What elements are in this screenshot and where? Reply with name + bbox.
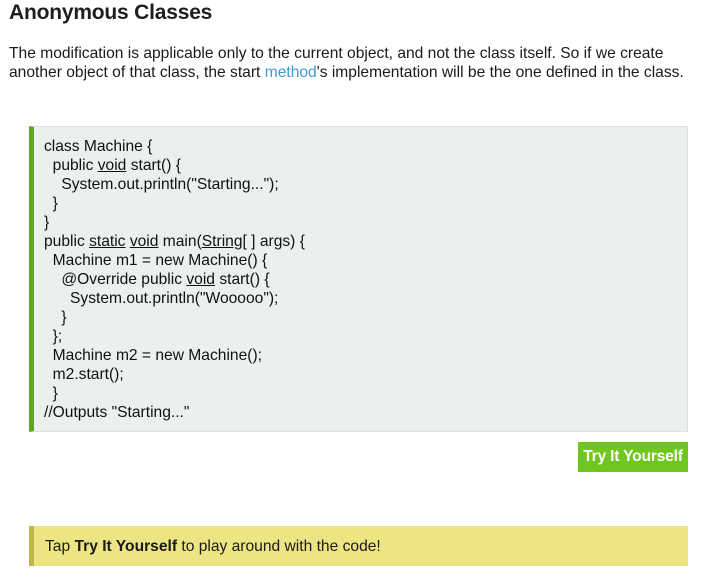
code-line: public static void main(String[ ] args) …	[44, 232, 305, 251]
code-text: Machine m1 = new Machine() {	[44, 252, 268, 269]
code-line: class Machine {	[44, 137, 305, 156]
code-keyword: static	[89, 233, 126, 250]
code-keyword: String	[201, 233, 243, 250]
code-text: }	[44, 385, 58, 402]
tip-bold: Try It Yourself	[74, 538, 178, 555]
code-line: }	[44, 194, 305, 213]
code-line: System.out.println("Wooooo");	[44, 289, 305, 308]
code-lines: class Machine { public void start() { Sy…	[44, 137, 305, 422]
code-line: }	[44, 213, 305, 232]
code-text: System.out.println("Starting...");	[44, 176, 279, 193]
code-text: System.out.println("Wooooo");	[44, 290, 279, 307]
paragraph-text-end: 's implementation will be the one define…	[316, 64, 684, 81]
code-text: };	[44, 328, 63, 345]
code-text: start() {	[126, 157, 181, 174]
code-text: main(	[158, 233, 202, 250]
code-text: public	[44, 157, 98, 174]
code-text: m2.start();	[44, 366, 124, 383]
method-link[interactable]: method	[265, 64, 317, 81]
code-line: m2.start();	[44, 365, 305, 384]
code-line: public void start() {	[44, 156, 305, 175]
code-text: //Outputs "Starting..."	[44, 404, 190, 421]
code-text: class Machine {	[44, 138, 153, 155]
code-text: }	[44, 309, 67, 326]
tip-prefix: Tap	[45, 538, 75, 555]
lesson-paragraph: The modification is applicable only to t…	[9, 44, 699, 82]
code-keyword: void	[97, 157, 127, 174]
code-line: @Override public void start() {	[44, 270, 305, 289]
code-keyword: void	[186, 271, 215, 288]
code-line: Machine m2 = new Machine();	[44, 346, 305, 365]
code-line: Machine m1 = new Machine() {	[44, 251, 305, 270]
lesson-title: Anonymous Classes	[9, 1, 213, 24]
code-keyword: void	[129, 233, 159, 250]
code-text: public	[44, 233, 90, 250]
code-text: }	[44, 214, 50, 231]
code-block: class Machine { public void start() { Sy…	[29, 126, 688, 432]
tip-suffix: to play around with the code!	[177, 538, 381, 555]
code-text: [ ] args) {	[242, 233, 305, 250]
code-line: //Outputs "Starting..."	[44, 403, 305, 422]
code-line: }	[44, 308, 305, 327]
code-text: }	[44, 195, 58, 212]
code-text: Machine m2 = new Machine();	[44, 347, 262, 364]
tip-text: Tap Try It Yourself to play around with …	[45, 537, 381, 556]
code-text: @Override public	[44, 271, 187, 288]
code-line: System.out.println("Starting...");	[44, 175, 305, 194]
code-line: }	[44, 384, 305, 403]
code-text: start() {	[214, 271, 270, 288]
tip-box: Tap Try It Yourself to play around with …	[29, 526, 688, 566]
try-it-yourself-button[interactable]: Try It Yourself	[578, 442, 688, 472]
code-line: };	[44, 327, 305, 346]
